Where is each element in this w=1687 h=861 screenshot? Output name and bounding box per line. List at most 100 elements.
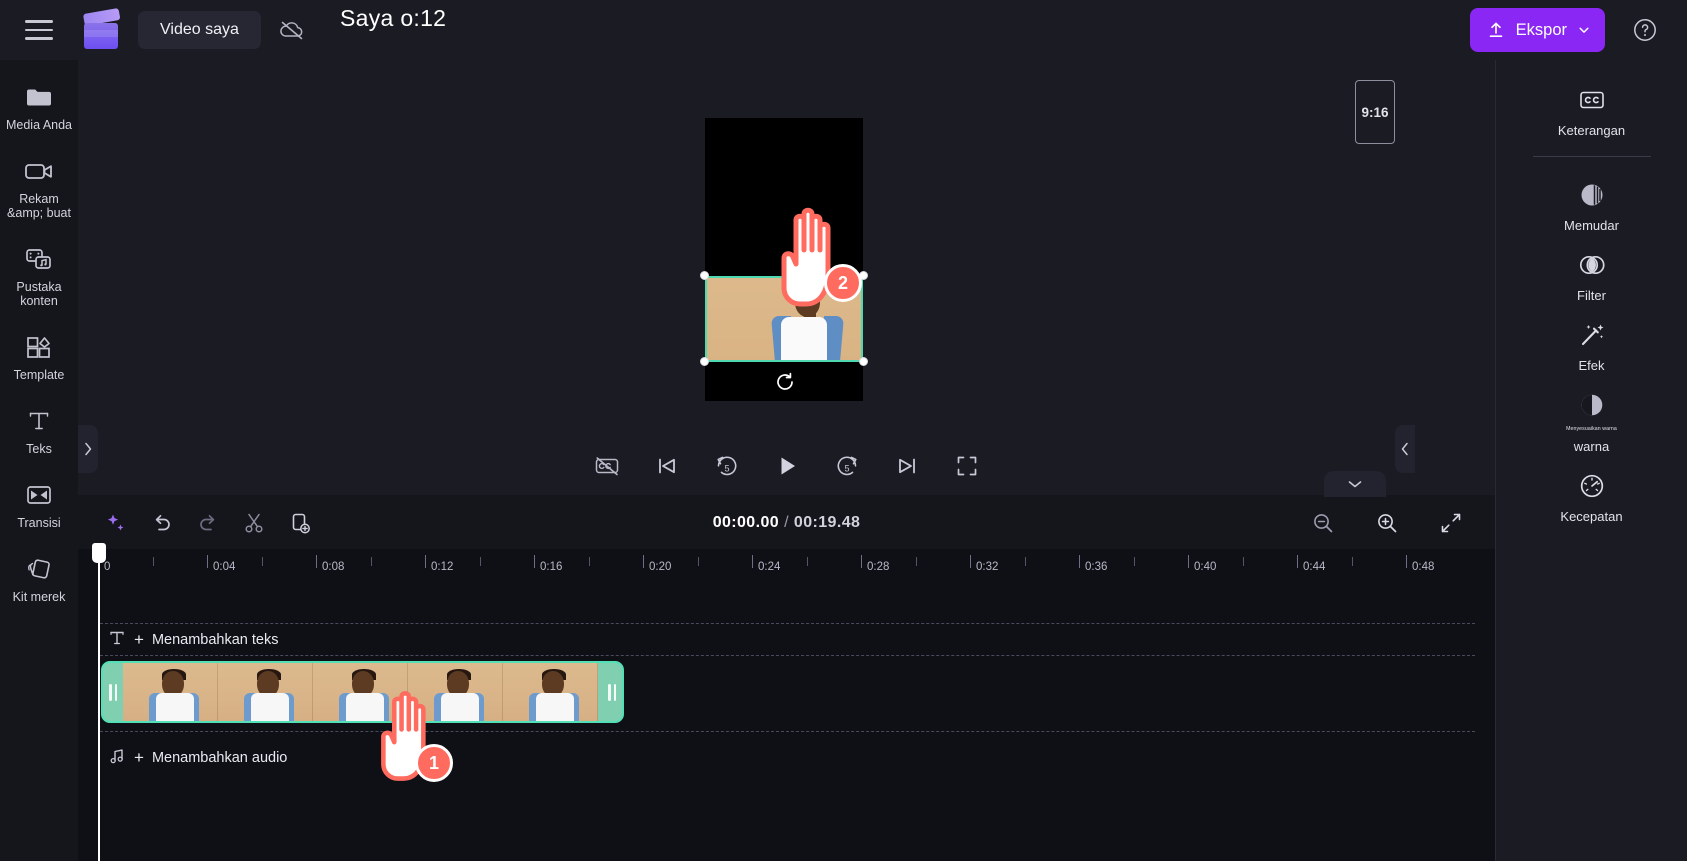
left-sidebar: Media Anda Rekam &amp; buat Pustaka kont…	[0, 60, 78, 861]
ruler-tick-minor	[588, 557, 590, 566]
project-name-text: Video saya	[160, 21, 239, 38]
ruler-label: 0	[104, 561, 111, 573]
forward-5-icon[interactable]: 5	[828, 447, 866, 485]
sidebar-item-transition[interactable]: Transisi	[2, 476, 76, 534]
sidebar-item-brand-kit[interactable]: Kit merek	[2, 550, 76, 608]
effects-wand-icon	[1577, 319, 1607, 351]
resize-handle-bottom-left[interactable]	[700, 357, 709, 366]
text-t-icon	[108, 629, 126, 652]
duplicate-icon[interactable]	[280, 503, 320, 543]
undo-icon[interactable]	[142, 503, 182, 543]
fit-to-timeline-icon[interactable]	[1431, 503, 1471, 543]
adjust-colors-icon	[1577, 389, 1607, 421]
ruler-label: 0:36	[1085, 561, 1108, 573]
redo-icon[interactable]	[188, 503, 228, 543]
timeline-overlay-text: Saya o:12	[340, 5, 447, 31]
play-button[interactable]	[768, 447, 806, 485]
clipchamp-editor: Video saya Ekspor Media Anda Rekam &amp;…	[0, 0, 1687, 861]
skip-next-icon[interactable]	[888, 447, 926, 485]
property-label: Kecepatan	[1560, 509, 1623, 524]
ruler-label: 0:12	[431, 561, 454, 573]
properties-panel: Keterangan Memudar Filter Efek Menyesuai…	[1495, 60, 1687, 861]
fullscreen-icon[interactable]	[948, 447, 986, 485]
clip-trim-handle-left[interactable]	[103, 663, 123, 721]
property-label: warna	[1573, 439, 1610, 454]
audio-track-placeholder[interactable]: + Menambahkan audio	[108, 743, 287, 773]
transition-icon	[25, 480, 53, 510]
ruler-tick-minor	[806, 557, 808, 566]
rotate-handle-icon[interactable]	[773, 370, 797, 394]
ruler-tick-major	[207, 555, 208, 568]
ruler-tick-major	[534, 555, 535, 568]
ruler-label: 0:20	[649, 561, 672, 573]
ruler-tick-minor	[370, 557, 372, 566]
ruler-tick-major	[1079, 555, 1080, 568]
ruler-label: 0:24	[758, 561, 781, 573]
timeline-toolbar: 00:00.00 / 00:19.48	[78, 497, 1495, 549]
zoom-in-icon[interactable]	[1367, 503, 1407, 543]
sidebar-label: Transisi	[17, 516, 61, 530]
timeline-ruler[interactable]: 0 0:04 0:08 0:12 0:16 0:20 0:24 0:28 0:32 0:36 0:4…	[78, 549, 1495, 583]
sidebar-label: Pustaka konten	[16, 280, 62, 308]
playhead-knob[interactable]	[92, 543, 106, 563]
help-icon[interactable]	[1625, 10, 1665, 50]
left-panel-expand-button[interactable]	[78, 425, 98, 473]
clip-trim-handle-right[interactable]	[602, 663, 622, 721]
ruler-label: 0:08	[322, 561, 345, 573]
right-panel-collapse-button[interactable]	[1395, 425, 1415, 473]
skip-previous-icon[interactable]	[648, 447, 686, 485]
svg-text:5: 5	[844, 464, 849, 474]
ruler-label: 0:32	[976, 561, 999, 573]
export-button[interactable]: Ekspor	[1469, 8, 1605, 52]
sidebar-item-template[interactable]: Template	[2, 328, 76, 386]
brand-kit-icon	[25, 554, 53, 584]
resize-handle-top-left[interactable]	[700, 271, 709, 280]
ruler-label: 0:44	[1303, 561, 1326, 573]
split-scissors-icon[interactable]	[234, 503, 274, 543]
hamburger-line	[25, 28, 53, 32]
property-speed[interactable]: Kecepatan	[1512, 462, 1672, 532]
sidebar-item-media[interactable]: Media Anda	[2, 78, 76, 136]
export-label: Ekspor	[1515, 20, 1567, 39]
music-note-icon	[108, 747, 126, 770]
track-divider-top	[100, 623, 1475, 624]
sidebar-item-content-library[interactable]: Pustaka konten	[2, 240, 76, 312]
property-effects[interactable]: Efek	[1512, 311, 1672, 381]
aspect-ratio-badge[interactable]: 9:16	[1355, 80, 1395, 144]
video-track-clip[interactable]	[101, 661, 624, 723]
magic-sparkle-icon[interactable]	[96, 503, 136, 543]
clip-thumbnail	[503, 663, 598, 721]
property-label: Filter	[1577, 288, 1606, 303]
property-filter[interactable]: Filter	[1512, 241, 1672, 311]
timeline-tracks: + Menambahkan teks + Menambahkan audio	[78, 583, 1495, 861]
sidebar-item-record-create[interactable]: Rekam &amp; buat	[2, 152, 76, 224]
property-fade[interactable]: Memudar	[1512, 171, 1672, 241]
ruler-tick-minor	[479, 557, 481, 566]
rewind-5-icon[interactable]: 5	[708, 447, 746, 485]
hamburger-menu-icon[interactable]	[16, 7, 62, 53]
property-adjust-colors[interactable]: Menyesuaikan warna warna	[1512, 381, 1672, 462]
zoom-out-icon[interactable]	[1303, 503, 1343, 543]
person-shirt	[780, 317, 827, 362]
cloud-off-icon[interactable]	[271, 11, 313, 49]
ruler-label: 0:28	[867, 561, 890, 573]
speed-gauge-icon	[1577, 470, 1607, 502]
hamburger-line	[25, 20, 53, 23]
project-name-input[interactable]: Video saya	[138, 11, 261, 49]
timecode-separator: /	[784, 514, 789, 531]
sidebar-label: Rekam &amp; buat	[7, 192, 71, 220]
sidebar-item-text[interactable]: Teks	[2, 402, 76, 460]
captions-off-icon[interactable]	[588, 447, 626, 485]
property-captions[interactable]: Keterangan	[1512, 76, 1672, 146]
timeline-collapse-button[interactable]	[1324, 471, 1386, 497]
ruler-tick-major	[970, 555, 971, 568]
add-text-plus: +	[134, 630, 144, 649]
clip-thumbnail	[408, 663, 503, 721]
resize-handle-bottom-right[interactable]	[859, 357, 868, 366]
closed-captions-icon	[1577, 84, 1607, 116]
ruler-tick-minor	[1351, 557, 1353, 566]
clip-thumbnail	[313, 663, 408, 721]
ruler-tick-major	[861, 555, 862, 568]
text-track-placeholder[interactable]: + Menambahkan teks	[108, 625, 278, 655]
timeline-playhead[interactable]	[92, 543, 106, 861]
